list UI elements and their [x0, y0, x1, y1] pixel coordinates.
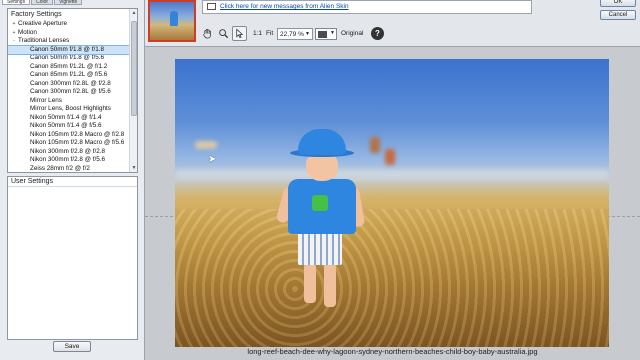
preset-item[interactable]: Nikon 105mm f/2.8 Macro @ f/2.8: [8, 131, 130, 140]
child-leg: [304, 263, 316, 303]
preview-photo[interactable]: ➤: [175, 59, 609, 347]
preset-item[interactable]: Canon 85mm f/1.2L @ f/1.2: [8, 63, 130, 72]
preset-label: Creative Aperture: [18, 20, 68, 27]
chevron-down-icon: ▼: [330, 30, 335, 36]
user-settings-header: User Settings: [8, 177, 137, 187]
preset-label: Motion: [18, 28, 37, 36]
preset-item[interactable]: Zeiss 28mm f/2 @ f/2: [8, 164, 130, 173]
app-window: Settings Color Vignette Factory Settings…: [0, 0, 640, 360]
child-leg: [324, 263, 336, 307]
preset-label: Nikon 50mm f/1.4 @ f/5.6: [30, 122, 102, 129]
background-color-picker[interactable]: ▼: [315, 28, 337, 40]
preset-item[interactable]: Canon 50mm f/1.8 @ f/1.8: [8, 44, 131, 55]
envelope-icon: [207, 3, 216, 10]
child-shorts: [298, 231, 342, 265]
shirt-print: [312, 195, 328, 211]
photo-surf: [175, 169, 609, 179]
child-hat: [298, 129, 346, 155]
preset-item[interactable]: Nikon 300mm f/2.8 @ f/2.8: [8, 148, 130, 157]
preset-label: Nikon 300mm f/2.8 @ f/2.8: [30, 147, 105, 155]
preset-label: Traditional Lenses: [18, 37, 70, 44]
photo-background-object: [195, 141, 217, 149]
preset-label: Mirror Lens, Boost Highlights: [30, 105, 111, 112]
preset-label: Nikon 300mm f/2.8 @ f/5.6: [30, 156, 105, 163]
mouse-cursor-icon: ➤: [208, 154, 217, 165]
factory-settings-header: Factory Settings: [11, 11, 62, 18]
preset-item[interactable]: Canon 300mm f/2.8L @ f/2.8: [8, 80, 130, 89]
scroll-up-icon[interactable]: ▲: [130, 9, 137, 17]
preset-category[interactable]: - Traditional Lenses: [8, 37, 130, 46]
preset-item[interactable]: Canon 300mm f/2.8L @ f/5.6: [8, 88, 130, 97]
zoom-1-1-button[interactable]: 1:1: [253, 30, 262, 37]
preset-item[interactable]: Mirror Lens, Boost Highlights: [8, 105, 130, 114]
preset-item[interactable]: Nikon 300mm f/2.8 @ f/5.6: [8, 156, 130, 165]
preset-label: Canon 300mm f/2.8L @ f/2.8: [30, 79, 111, 87]
zoom-fit-button[interactable]: Fit: [266, 30, 273, 37]
preset-item[interactable]: Nikon 50mm f/1.4 @ f/5.6: [8, 122, 130, 131]
chevron-down-icon: ▼: [305, 31, 310, 37]
image-filename: long-reef-beach-dee-why-lagoon-sydney-no…: [247, 347, 538, 356]
tab-color[interactable]: Color: [31, 0, 54, 5]
preset-label: Nikon 105mm f/2.8 Macro @ f/2.8: [30, 130, 125, 138]
expand-icon[interactable]: +: [10, 29, 18, 38]
zoom-level-select[interactable]: 22,79 % ▼: [277, 28, 313, 40]
preset-label: Canon 85mm f/1.2L @ f/5.6: [30, 71, 108, 78]
messages-link[interactable]: Click here for new messages from Alien S…: [220, 3, 349, 10]
hand-icon[interactable]: [200, 26, 215, 41]
preview-area[interactable]: ➤ long-reef-beach-dee-why-lagoon-sydney-…: [145, 46, 640, 360]
preset-label: Zeiss 28mm f/2 @ f/2: [30, 164, 90, 172]
preset-label: Nikon 50mm f/1.4 @ f/1.4: [30, 113, 102, 121]
scroll-down-icon[interactable]: ▼: [130, 164, 137, 172]
preset-item[interactable]: Nikon 105mm f/2.8 Macro @ f/5.6: [8, 139, 130, 148]
tab-settings[interactable]: Settings: [2, 0, 31, 5]
preset-category[interactable]: + Motion: [8, 29, 130, 38]
preset-item[interactable]: Canon 85mm f/1.2L @ f/5.6: [8, 71, 130, 80]
preset-category[interactable]: + Creative Aperture: [8, 20, 130, 29]
photo-child: [275, 129, 370, 309]
preset-item[interactable]: Nikon 50mm f/1.4 @ f/1.4: [8, 114, 130, 123]
preset-label: Canon 85mm f/1.2L @ f/1.2: [30, 62, 108, 70]
photo-water-reflections: [175, 209, 609, 347]
photo-background-person: [385, 149, 395, 165]
photo-background-person: [370, 137, 380, 153]
background-swatch: [318, 31, 327, 38]
user-settings-panel: User Settings: [7, 176, 138, 340]
magnifier-icon[interactable]: [216, 26, 231, 41]
preset-label: Canon 50mm f/1.8 @ f/1.8: [30, 45, 104, 53]
tab-vignette[interactable]: Vignette: [54, 0, 83, 5]
message-bar: Click here for new messages from Alien S…: [202, 0, 532, 14]
preset-label: Nikon 105mm f/2.8 Macro @ f/5.6: [30, 139, 125, 146]
preview-toolbar: 1:1 Fit 22,79 % ▼ ▼ Original ?: [145, 24, 640, 44]
cancel-button[interactable]: Cancel: [600, 10, 636, 20]
preset-item[interactable]: Canon 50mm f/1.8 @ f/5.6: [8, 54, 130, 63]
help-icon[interactable]: ?: [371, 27, 384, 40]
expand-icon[interactable]: +: [10, 20, 18, 29]
factory-settings-panel: Factory Settings + Creative Aperture + Moti…: [7, 8, 138, 173]
preset-scrollbar[interactable]: ▲ ▼: [129, 9, 137, 172]
collapse-icon[interactable]: -: [10, 37, 18, 46]
preset-label: Canon 50mm f/1.8 @ f/5.6: [30, 54, 104, 61]
zoom-level-value: 22,79 %: [280, 31, 304, 38]
original-toggle[interactable]: Original: [341, 30, 363, 37]
save-button[interactable]: Save: [53, 341, 91, 352]
arrow-pointer-icon[interactable]: [232, 26, 247, 41]
settings-sidebar: Settings Color Vignette Factory Settings…: [0, 0, 145, 360]
preset-item[interactable]: Mirror Lens: [8, 97, 130, 106]
preset-tree: + Creative Aperture + Motion - Traditional Le…: [8, 20, 131, 173]
scroll-thumb[interactable]: [131, 21, 137, 116]
preset-label: Canon 300mm f/2.8L @ f/5.6: [30, 88, 111, 95]
sidebar-tabs: Settings Color Vignette: [2, 0, 83, 5]
preset-label: Mirror Lens: [30, 96, 62, 104]
ok-button[interactable]: OK: [600, 0, 636, 7]
